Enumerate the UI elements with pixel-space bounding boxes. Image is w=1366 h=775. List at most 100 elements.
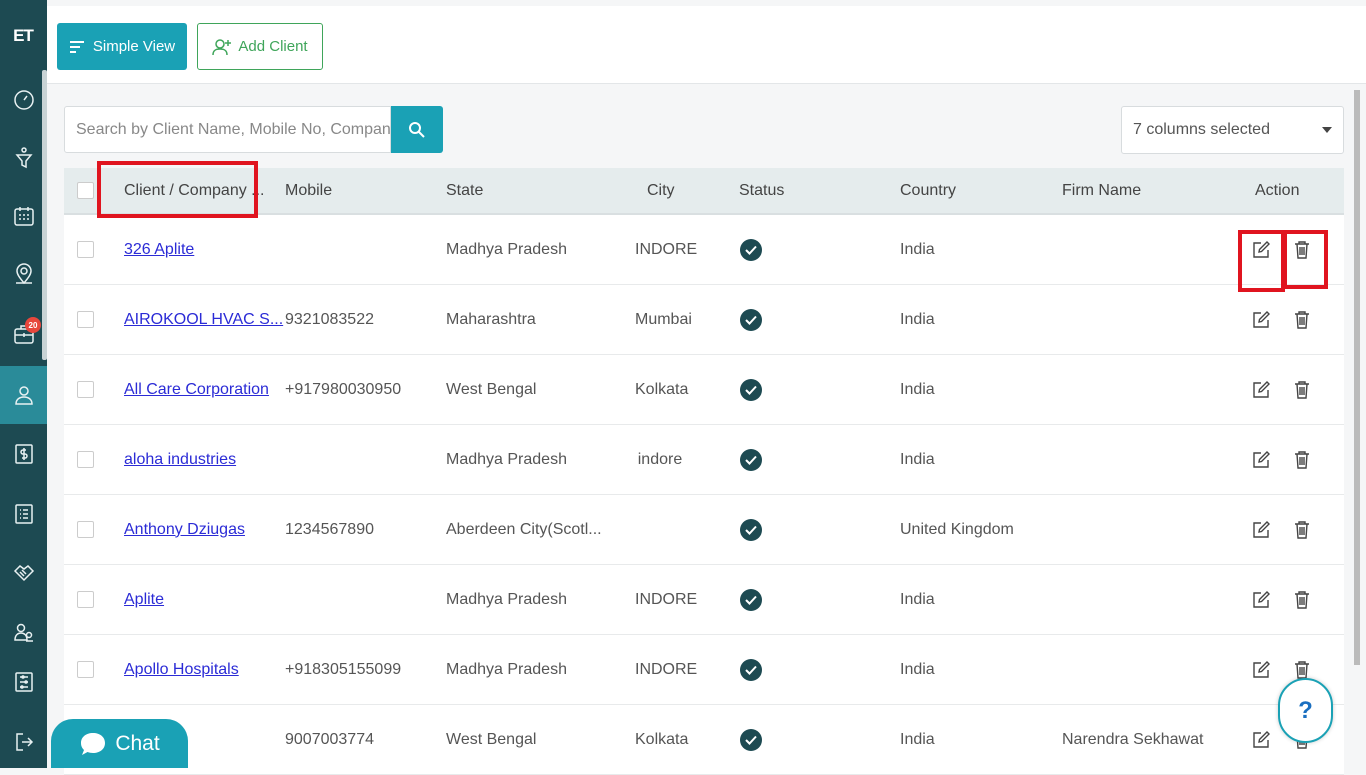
page-scrollbar[interactable] xyxy=(1354,90,1360,665)
edit-icon[interactable] xyxy=(1250,379,1272,401)
chat-bubble-icon xyxy=(81,732,106,755)
trash-icon[interactable] xyxy=(1291,449,1313,471)
columns-select-value: 7 columns selected xyxy=(1133,121,1270,138)
chat-label: Chat xyxy=(115,731,160,755)
list-icon xyxy=(14,504,33,524)
sidebar-item-clients[interactable] xyxy=(0,366,47,424)
header-status[interactable]: Status xyxy=(739,182,784,200)
edit-icon[interactable] xyxy=(1250,589,1272,611)
highlight-edit-icon xyxy=(1238,230,1285,292)
mobile-cell: +918305155099 xyxy=(285,660,402,678)
table-row: AIROKOOL HVAC S... 9321083522 Maharashtra M… xyxy=(64,285,1344,355)
help-button[interactable]: ? xyxy=(1278,678,1333,743)
table-row: All Care Corporation +917980030950 West Be… xyxy=(64,355,1344,425)
filter-lines-icon xyxy=(69,40,84,53)
country-cell: India xyxy=(900,660,935,678)
table-row: Anthony Dziugas 1234567890 Aberdeen City(S… xyxy=(64,495,1344,565)
handshake-icon xyxy=(13,565,34,582)
calendar-icon xyxy=(13,207,34,226)
chat-button[interactable]: Chat xyxy=(51,719,188,768)
state-cell: Madhya Pradesh xyxy=(446,240,567,258)
header-mobile[interactable]: Mobile xyxy=(285,182,332,200)
header-state[interactable]: State xyxy=(446,182,483,200)
app-logo: ET xyxy=(13,26,34,45)
search-input[interactable]: Search by Client Name, Mobile No, Compan… xyxy=(64,106,391,153)
simple-view-label: Simple View xyxy=(92,38,176,55)
sidebar-item-billing[interactable] xyxy=(0,432,47,476)
edit-icon[interactable] xyxy=(1250,449,1272,471)
speedometer-icon xyxy=(13,90,34,110)
client-name-link[interactable]: Aplite xyxy=(124,591,164,609)
city-cell: Mumbai xyxy=(635,310,692,328)
state-cell: Madhya Pradesh xyxy=(446,450,567,468)
users-icon xyxy=(13,623,33,642)
add-client-button[interactable]: Add Client xyxy=(197,23,323,70)
mobile-cell: 9007003774 xyxy=(285,730,374,748)
client-name-link[interactable]: Anthony Dziugas xyxy=(124,521,245,539)
row-checkbox[interactable] xyxy=(77,241,94,258)
sidebar-item-team[interactable] xyxy=(0,610,47,654)
status-check-icon xyxy=(740,518,762,541)
trash-icon[interactable] xyxy=(1291,589,1313,611)
client-name-link[interactable]: 326 Aplite xyxy=(124,241,194,259)
client-name-link[interactable]: AIROKOOL HVAC S... xyxy=(124,311,283,329)
header-country[interactable]: Country xyxy=(900,182,956,200)
select-all-checkbox[interactable] xyxy=(77,182,94,199)
table-row: aloha industries Madhya Pradesh indore Indi… xyxy=(64,425,1344,495)
country-cell: India xyxy=(900,730,935,748)
country-cell: United Kingdom xyxy=(900,520,1014,538)
city-cell: INDORE xyxy=(635,590,698,608)
header-action: Action xyxy=(1255,181,1300,199)
edit-icon[interactable] xyxy=(1250,519,1272,541)
city-cell: Kolkata xyxy=(635,380,689,398)
row-checkbox[interactable] xyxy=(77,661,94,678)
sidebar-item-calendar[interactable] xyxy=(0,194,47,238)
trash-icon[interactable] xyxy=(1291,309,1313,331)
firm-cell: Narendra Sekhawat xyxy=(1062,730,1204,748)
edit-icon[interactable] xyxy=(1250,729,1272,751)
row-checkbox[interactable] xyxy=(77,311,94,328)
state-cell: Aberdeen City(Scotl... xyxy=(446,520,602,538)
sidebar-item-dashboard[interactable] xyxy=(0,78,47,122)
client-name-link[interactable]: aloha industries xyxy=(124,451,236,469)
sidebar-item-settings[interactable] xyxy=(0,660,47,704)
edit-icon[interactable] xyxy=(1250,309,1272,331)
edit-icon[interactable] xyxy=(1250,659,1272,681)
status-check-icon xyxy=(740,728,762,751)
trash-icon[interactable] xyxy=(1291,379,1313,401)
country-cell: India xyxy=(900,450,935,468)
row-checkbox[interactable] xyxy=(77,521,94,538)
status-check-icon xyxy=(740,658,762,681)
notification-badge: 20 xyxy=(25,317,41,333)
highlight-client-header xyxy=(97,161,258,218)
row-checkbox[interactable] xyxy=(77,591,94,608)
search-button[interactable] xyxy=(391,106,443,153)
sidebar-item-deals[interactable] xyxy=(0,550,47,594)
header-firm[interactable]: Firm Name xyxy=(1062,182,1141,200)
sidebar-item-jobs[interactable]: 20 xyxy=(0,312,47,356)
sliders-icon xyxy=(14,672,33,692)
header-city[interactable]: City xyxy=(647,182,675,200)
client-name-link[interactable]: Apollo Hospitals xyxy=(124,661,239,679)
row-checkbox[interactable] xyxy=(77,381,94,398)
sidebar-item-leads[interactable] xyxy=(0,136,47,180)
state-cell: West Bengal xyxy=(446,730,537,748)
row-checkbox[interactable] xyxy=(77,451,94,468)
city-cell: INDORE xyxy=(635,240,698,258)
status-check-icon xyxy=(740,448,762,471)
add-client-label: Add Client xyxy=(238,38,308,55)
city-cell: indore xyxy=(637,450,683,468)
sidebar-item-locations[interactable] xyxy=(0,252,47,296)
funnel-icon xyxy=(14,147,33,169)
sidebar-item-logout[interactable] xyxy=(0,720,47,764)
client-name-link[interactable]: All Care Corporation xyxy=(124,381,269,399)
clients-table: Client / Company ... Mobile State City S… xyxy=(64,168,1344,775)
status-check-icon xyxy=(740,378,762,401)
trash-icon[interactable] xyxy=(1291,519,1313,541)
table-row: Apollo Hospitals +918305155099 Madhya Prad… xyxy=(64,635,1344,705)
country-cell: India xyxy=(900,590,935,608)
state-cell: Maharashtra xyxy=(446,310,536,328)
columns-select[interactable]: 7 columns selected xyxy=(1121,106,1344,154)
sidebar-item-reports[interactable] xyxy=(0,492,47,536)
simple-view-button[interactable]: Simple View xyxy=(57,23,187,70)
